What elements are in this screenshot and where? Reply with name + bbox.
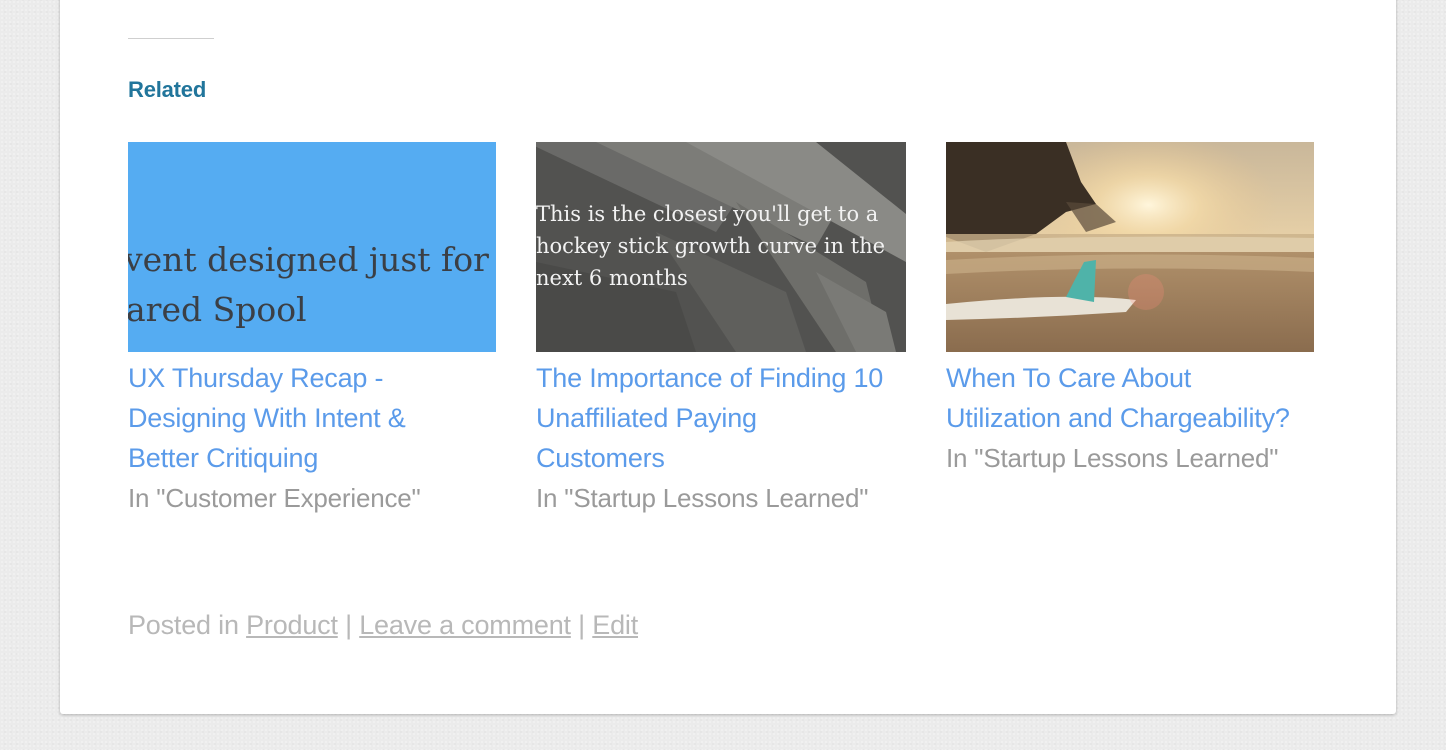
related-thumbnail[interactable]: This is the closest you'll get to a hock…	[536, 142, 906, 352]
category-link-product[interactable]: Product	[246, 610, 338, 640]
related-item: vent designed just for user ared Spool U…	[128, 142, 498, 518]
thumbnail-caption-line: This is the closest you'll get to a	[536, 202, 879, 226]
post-card: Related vent designed just for user ared…	[60, 0, 1396, 714]
title-line: Unaffiliated Paying	[536, 403, 757, 433]
edit-link[interactable]: Edit	[592, 610, 638, 640]
posted-in-label: Posted in	[128, 610, 239, 640]
title-line: When To Care About	[946, 363, 1192, 393]
meta-separator: |	[345, 610, 352, 640]
title-line: Customers	[536, 443, 665, 473]
title-line: Designing With Intent &	[128, 403, 406, 433]
related-thumbnail[interactable]: vent designed just for user ared Spool	[128, 142, 496, 352]
related-item-title[interactable]: The Importance of Finding 10 Unaffiliate…	[536, 358, 906, 478]
section-divider	[128, 38, 214, 39]
related-item: This is the closest you'll get to a hock…	[536, 142, 906, 518]
related-thumbnail[interactable]	[946, 142, 1314, 352]
related-item-context: In "Startup Lessons Learned"	[946, 443, 1279, 473]
related-item-title[interactable]: UX Thursday Recap - Designing With Inten…	[128, 358, 498, 478]
thumbnail-caption-line: vent designed just for user	[128, 240, 496, 279]
meta-separator: |	[578, 610, 585, 640]
leave-comment-link[interactable]: Leave a comment	[359, 610, 571, 640]
entry-meta: Posted in Product | Leave a comment | Ed…	[128, 610, 638, 641]
thumbnail-caption-line: hockey stick growth curve in the	[536, 234, 886, 258]
title-line: Utilization and Chargeability?	[946, 403, 1290, 433]
related-item-context: In "Customer Experience"	[128, 483, 421, 513]
thumbnail-caption-line: next 6 months	[536, 266, 688, 290]
related-item-context: In "Startup Lessons Learned"	[536, 483, 869, 513]
related-item: When To Care About Utilization and Charg…	[946, 142, 1316, 478]
beach-surfboard-image	[946, 142, 1314, 352]
title-line: Better Critiquing	[128, 443, 319, 473]
title-line: UX Thursday Recap -	[128, 363, 384, 393]
related-item-title[interactable]: When To Care About Utilization and Charg…	[946, 358, 1316, 438]
title-line: The Importance of Finding 10	[536, 363, 884, 393]
related-heading: Related	[128, 77, 207, 102]
thumbnail-caption-line: ared Spool	[128, 290, 307, 329]
